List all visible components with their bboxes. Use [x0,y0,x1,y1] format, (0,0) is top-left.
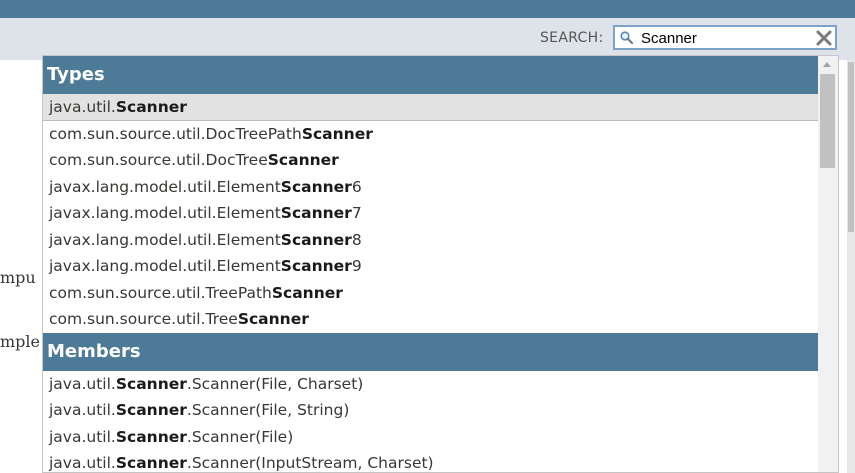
category-types: Types [43,56,818,94]
result-item[interactable]: com.sun.source.util.DocTreeScanner [43,147,818,174]
result-item[interactable]: javax.lang.model.util.ElementScanner6 [43,174,818,201]
result-item[interactable]: javax.lang.model.util.ElementScanner9 [43,253,818,280]
page-scrollbar-thumb[interactable] [848,62,854,232]
page-scrollbar[interactable] [847,60,855,473]
top-nav-bar [0,0,855,18]
result-item[interactable]: javax.lang.model.util.ElementScanner7 [43,200,818,227]
search-box[interactable] [613,25,837,50]
results-list: Types java.util.Scanner com.sun.source.u… [43,56,818,472]
result-item[interactable]: java.util.Scanner [43,94,818,121]
search-label: SEARCH: [540,30,604,46]
background-text-1: mpu [0,268,36,287]
result-item[interactable]: java.util.Scanner.Scanner(File, String) [43,397,818,424]
result-item[interactable]: java.util.Scanner.Scanner(File) [43,424,818,451]
result-item[interactable]: java.util.Scanner.Scanner(InputStream, C… [43,450,818,472]
dropdown-scrollbar-thumb[interactable] [820,74,835,168]
result-item[interactable]: javax.lang.model.util.ElementScanner8 [43,227,818,254]
search-results-dropdown: Types java.util.Scanner com.sun.source.u… [42,55,839,473]
result-item[interactable]: com.sun.source.util.TreeScanner [43,306,818,333]
result-item[interactable]: com.sun.source.util.TreePathScanner [43,280,818,307]
result-item[interactable]: java.util.Scanner.Scanner(File, Charset) [43,371,818,398]
dropdown-scrollbar[interactable] [818,56,838,472]
category-members: Members [43,332,818,371]
result-item[interactable]: com.sun.source.util.DocTreePathScanner [43,121,818,148]
clear-search-icon[interactable] [815,29,833,47]
background-text-2: mple [0,332,40,351]
scroll-up-arrow-icon[interactable] [823,62,831,67]
search-input[interactable] [641,29,811,47]
search-icon [620,31,633,44]
